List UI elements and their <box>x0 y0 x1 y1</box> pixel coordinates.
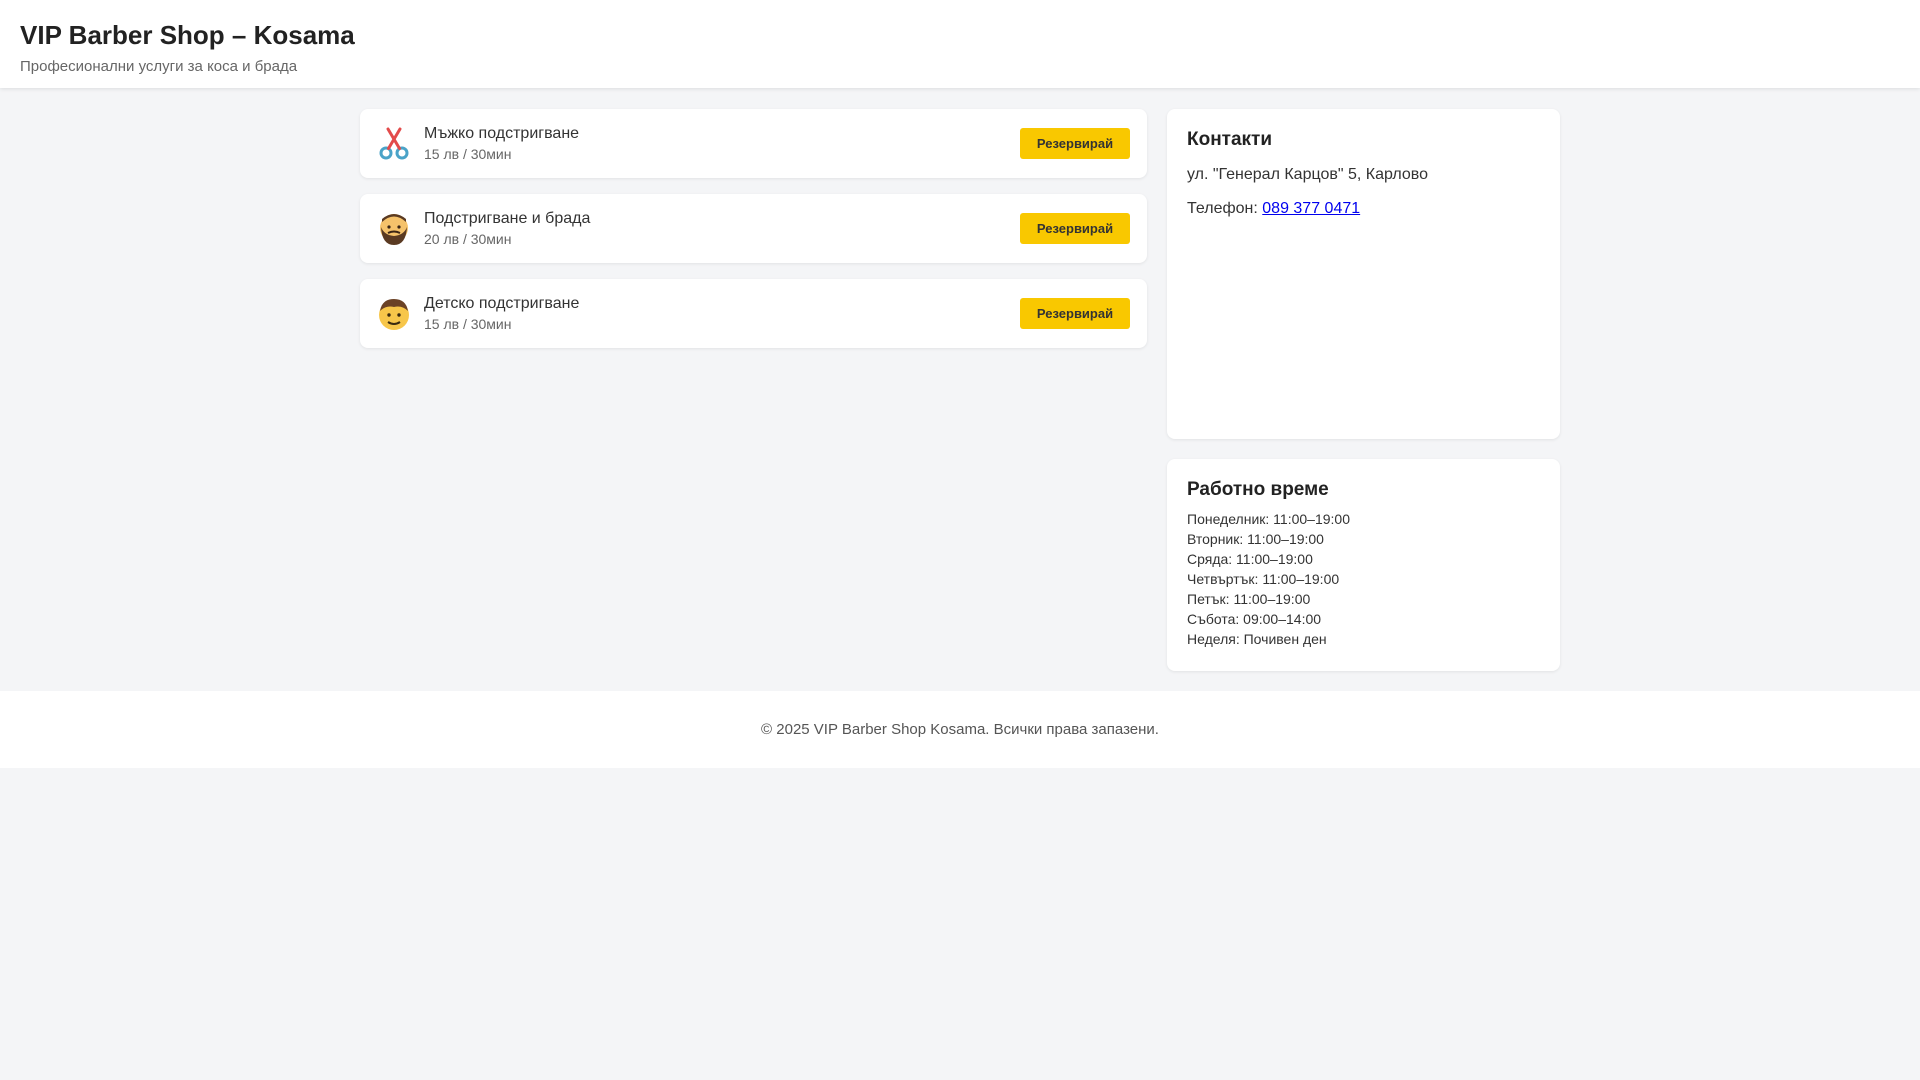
hours-item: Събота: 09:00–14:00 <box>1187 611 1322 627</box>
main-content: Мъжко подстригване 15 лв / 30мин Резерви… <box>0 88 1920 691</box>
hours-item: Петък: 11:00–19:00 <box>1187 591 1311 607</box>
hours-item: Четвъртък: 11:00–19:00 <box>1187 571 1340 587</box>
boy-icon <box>376 296 412 332</box>
copyright-text: © 2025 VIP Barber Shop Kosama. Всички пр… <box>761 721 1159 738</box>
service-card-haircut-beard: Подстригване и брада 20 лв / 30мин Резер… <box>360 194 1147 263</box>
hours-item: Вторник: 11:00–19:00 <box>1187 531 1324 547</box>
service-price-duration: 20 лв / 30мин <box>424 231 512 247</box>
site-header: VIP Barber Shop – Kosama Професионални у… <box>0 0 1920 88</box>
phone-link[interactable]: 089 377 0471 <box>1262 200 1360 217</box>
hours-item: Сряда: 11:00–19:00 <box>1187 551 1313 567</box>
book-button[interactable]: Резервирай <box>1020 298 1130 329</box>
services-list: Мъжко подстригване 15 лв / 30мин Резерви… <box>360 109 1147 364</box>
contacts-card: Контакти ул. "Генерал Карцов" 5, Карлово… <box>1167 109 1560 439</box>
site-title: VIP Barber Shop – Kosama <box>20 20 355 50</box>
hours-item: Понеделник: 11:00–19:00 <box>1187 511 1350 527</box>
phone-label: Телефон: <box>1187 200 1263 217</box>
bearded-man-icon <box>376 211 412 247</box>
service-name: Подстригване и брада <box>424 210 591 227</box>
service-card-kids-haircut: Детско подстригване 15 лв / 30мин Резерв… <box>360 279 1147 348</box>
working-hours-title: Работно време <box>1187 479 1329 500</box>
service-price-duration: 15 лв / 30мин <box>424 146 512 162</box>
service-card-mens-haircut: Мъжко подстригване 15 лв / 30мин Резерви… <box>360 109 1147 178</box>
scissors-icon <box>376 126 412 162</box>
book-button[interactable]: Резервирай <box>1020 213 1130 244</box>
service-price-duration: 15 лв / 30мин <box>424 316 512 332</box>
hours-item: Неделя: Почивен ден <box>1187 631 1327 647</box>
service-name: Мъжко подстригване <box>424 125 580 142</box>
site-subtitle: Професионални услуги за коса и брада <box>20 58 298 75</box>
working-hours-card: Работно време Понеделник: 11:00–19:00 Вт… <box>1167 459 1560 671</box>
service-name: Детско подстригване <box>424 295 580 312</box>
book-button[interactable]: Резервирай <box>1020 128 1130 159</box>
phone-line: Телефон: 089 377 0471 <box>1187 199 1540 219</box>
address: ул. "Генерал Карцов" 5, Карлово <box>1187 166 1428 183</box>
site-footer: © 2025 VIP Barber Shop Kosama. Всички пр… <box>0 691 1920 768</box>
contacts-title: Контакти <box>1187 129 1273 150</box>
working-hours-list: Понеделник: 11:00–19:00 Вторник: 11:00–1… <box>1187 509 1540 649</box>
